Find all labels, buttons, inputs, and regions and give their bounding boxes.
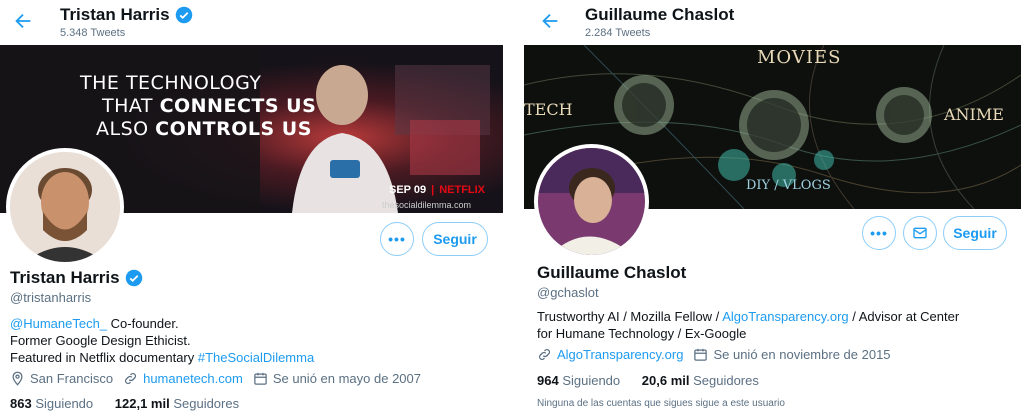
following-count: 863 — [10, 396, 32, 411]
followers-count: 122,1 mil — [114, 396, 170, 411]
avatar-photo — [538, 148, 645, 255]
netflix-logo: NETFLIX — [439, 184, 486, 196]
profile-stats: 863 Siguiendo 122,1 mil Seguidores — [10, 396, 239, 411]
header-name-text: Guillaume Chaslot — [585, 5, 735, 24]
profile-bio: @HumaneTech_ Co-founder. Former Google D… — [10, 315, 430, 366]
followers-link[interactable]: 122,1 mil Seguidores — [115, 396, 239, 411]
banner-label-tech: TECH — [524, 100, 573, 119]
verified-badge-icon — [125, 269, 142, 287]
profile-name: Guillaume Chaslot — [537, 263, 686, 283]
header-name: Tristan Harris — [60, 5, 193, 25]
envelope-icon — [913, 227, 927, 239]
banner-line-3a: ALSO — [96, 118, 156, 140]
calendar-icon — [694, 348, 708, 361]
banner-label-anime: ANIME — [944, 105, 1004, 124]
website-link[interactable]: AlgoTransparency.org — [557, 347, 683, 362]
location-pin-icon — [12, 371, 23, 386]
website: AlgoTransparency.org — [537, 347, 683, 362]
profile-meta: San Francisco humanetech.com Se unió en … — [10, 371, 431, 386]
website: humanetech.com — [123, 371, 243, 386]
bio-text-3: Featured in Netflix documentary — [10, 350, 198, 365]
website-link[interactable]: humanetech.com — [143, 371, 243, 386]
banner-label-diy: DIY / VLOGS — [746, 178, 831, 193]
profile-bio: Trustworthy AI / Mozilla Fellow / AlgoTr… — [537, 308, 977, 342]
following-label: Siguiendo — [558, 373, 621, 388]
avatar[interactable] — [6, 148, 124, 266]
banner-release: SEP 09 | NETFLIX — [389, 184, 486, 196]
bio-link[interactable]: AlgoTransparency.org — [722, 309, 848, 324]
bio-text-1: Trustworthy AI / Mozilla Fellow / — [537, 309, 723, 324]
verified-badge-icon — [175, 6, 192, 24]
location: San Francisco — [10, 371, 113, 386]
panel-divider — [503, 0, 521, 414]
message-button[interactable] — [903, 216, 937, 250]
following-label: Siguiendo — [31, 396, 94, 411]
join-date-text: Se unió en mayo de 2007 — [272, 371, 421, 386]
banner-site: thesocialdilemma.com — [382, 200, 472, 210]
followers-label: Seguidores — [169, 396, 240, 411]
join-date: Se unió en mayo de 2007 — [253, 371, 421, 386]
profile-name-text: Tristan Harris — [10, 268, 120, 287]
back-arrow-icon[interactable] — [539, 10, 561, 32]
avatar[interactable] — [534, 144, 649, 259]
more-options-button[interactable]: ••• — [380, 222, 414, 256]
profile-handle: @tristanharris — [10, 290, 92, 305]
followers-you-know-note: Ninguna de las cuentas que sigues sigue … — [537, 398, 785, 409]
following-link[interactable]: 964 Siguiendo — [537, 373, 620, 388]
avatar-photo — [10, 152, 120, 262]
profile-panel-guillaume: Guillaume Chaslot 2.284 Tweets MOVIES TE… — [521, 0, 1024, 414]
location-text: San Francisco — [30, 371, 114, 386]
profile-handle: @gchaslot — [537, 285, 599, 300]
banner-line-2b: CONNECTS US — [159, 95, 317, 117]
join-date-text: Se unió en noviembre de 2015 — [713, 347, 891, 362]
following-count: 964 — [537, 373, 559, 388]
following-link[interactable]: 863 Siguiendo — [10, 396, 93, 411]
banner-line-1: THE TECHNOLOGY — [80, 72, 262, 94]
link-icon — [125, 373, 137, 384]
profile-panel-tristan: Tristan Harris 5.348 Tweets THE TECHNOLO… — [0, 0, 503, 414]
bio-text-2: Former Google Design Ethicist. — [10, 333, 191, 348]
banner-headline: THE TECHNOLOGY THAT CONNECTS US ALSO CON… — [80, 72, 316, 141]
back-arrow-icon[interactable] — [12, 10, 34, 32]
more-options-button[interactable]: ••• — [862, 216, 896, 250]
banner-line-3b: CONTROLS US — [155, 118, 312, 140]
banner-label-movies: MOVIES — [757, 47, 842, 68]
profile-name: Tristan Harris — [10, 268, 143, 288]
banner-date: SEP 09 — [389, 184, 427, 196]
banner-line-2a: THAT — [102, 95, 160, 117]
link-icon — [539, 349, 550, 360]
bio-text-1: Co-founder. — [107, 316, 179, 331]
hashtag-link[interactable]: #TheSocialDilemma — [198, 350, 314, 365]
profile-header: Tristan Harris 5.348 Tweets — [0, 0, 503, 45]
follow-button[interactable]: Seguir — [422, 222, 488, 256]
profile-meta: AlgoTransparency.org Se unió en noviembr… — [537, 347, 901, 362]
join-date: Se unió en noviembre de 2015 — [693, 347, 891, 362]
followers-label: Seguidores — [689, 373, 759, 388]
followers-link[interactable]: 20,6 mil Seguidores — [642, 373, 759, 388]
profile-name-text: Guillaume Chaslot — [537, 263, 687, 282]
profile-stats: 964 Siguiendo 20,6 mil Seguidores — [537, 373, 759, 388]
tweet-count: 5.348 Tweets — [60, 27, 126, 39]
follow-button[interactable]: Seguir — [943, 216, 1007, 250]
followers-count: 20,6 mil — [641, 373, 690, 388]
mention-link[interactable]: @HumaneTech_ — [10, 316, 107, 331]
header-name: Guillaume Chaslot — [585, 5, 734, 25]
calendar-icon — [254, 372, 267, 385]
profile-header: Guillaume Chaslot 2.284 Tweets — [521, 0, 1024, 45]
header-name-text: Tristan Harris — [60, 5, 170, 24]
tweet-count: 2.284 Tweets — [585, 27, 651, 39]
